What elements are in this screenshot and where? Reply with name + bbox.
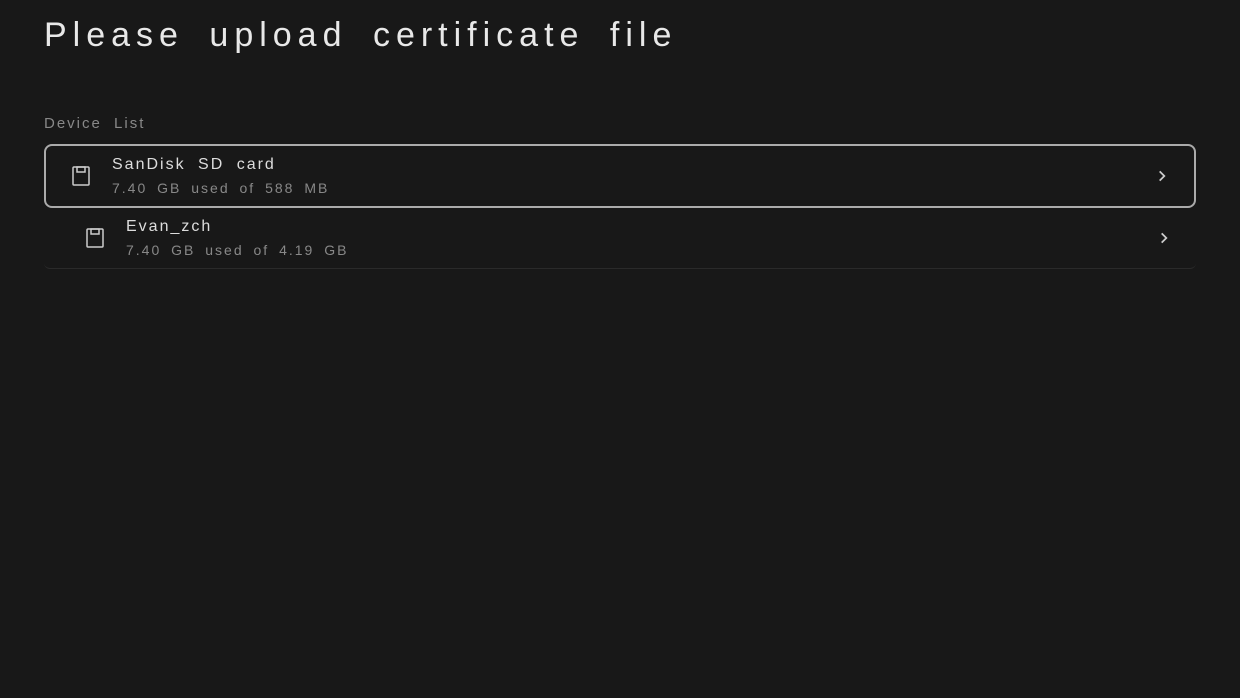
device-usage: 7.40 GB used of 4.19 GB bbox=[126, 242, 1154, 258]
device-name: Evan_zch bbox=[126, 218, 1154, 236]
device-list: SanDisk SD card 7.40 GB used of 588 MB E… bbox=[0, 144, 1240, 269]
device-text: SanDisk SD card 7.40 GB used of 588 MB bbox=[112, 156, 1152, 196]
device-item-evanzch[interactable]: Evan_zch 7.40 GB used of 4.19 GB bbox=[44, 208, 1196, 269]
chevron-right-icon bbox=[1152, 166, 1172, 186]
storage-icon bbox=[68, 163, 94, 189]
chevron-right-icon bbox=[1154, 228, 1174, 248]
device-list-label: Device List bbox=[0, 55, 1240, 144]
storage-icon bbox=[82, 225, 108, 251]
device-usage: 7.40 GB used of 588 MB bbox=[112, 180, 1152, 196]
page-title: Please upload certificate file bbox=[0, 0, 1240, 55]
device-name: SanDisk SD card bbox=[112, 156, 1152, 174]
device-text: Evan_zch 7.40 GB used of 4.19 GB bbox=[126, 218, 1154, 258]
device-item-sandisk[interactable]: SanDisk SD card 7.40 GB used of 588 MB bbox=[44, 144, 1196, 208]
